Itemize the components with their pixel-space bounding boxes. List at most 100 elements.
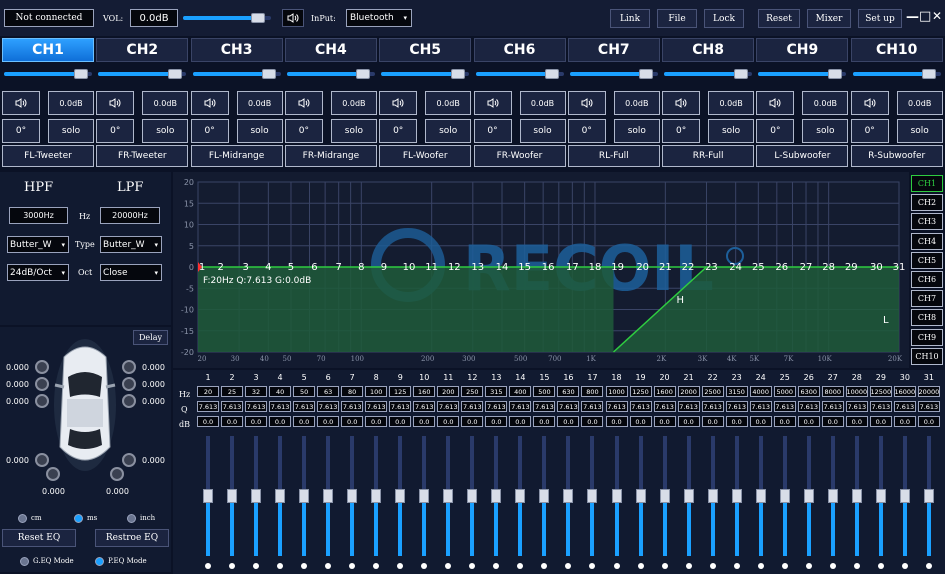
- eq-frequency-input[interactable]: 32: [245, 386, 268, 397]
- volume-input[interactable]: 0.0dB: [130, 9, 178, 27]
- speaker-icon[interactable]: [122, 394, 136, 408]
- channel-list-item[interactable]: CH1: [911, 175, 943, 192]
- eq-band-slider[interactable]: [803, 436, 814, 556]
- channel-slider-thumb[interactable]: [450, 69, 465, 79]
- speaker-mute-icon[interactable]: [2, 91, 40, 115]
- eq-band-slider[interactable]: [899, 436, 910, 556]
- channel-gain-slider[interactable]: [4, 69, 92, 79]
- eq-gain-input[interactable]: 0.0: [557, 416, 580, 427]
- eq-band-slider-thumb[interactable]: [635, 489, 646, 503]
- eq-q-input[interactable]: 7.613: [893, 401, 916, 412]
- channel-header[interactable]: CH6: [473, 38, 566, 62]
- eq-band-slider[interactable]: [467, 436, 478, 556]
- eq-gain-input[interactable]: 0.0: [365, 416, 388, 427]
- eq-band-slider-thumb[interactable]: [299, 489, 310, 503]
- channel-phase-value[interactable]: 0°: [567, 119, 606, 143]
- eq-band-slider-thumb[interactable]: [683, 489, 694, 503]
- eq-q-input[interactable]: 7.613: [533, 401, 556, 412]
- eq-band-slider[interactable]: [395, 436, 406, 556]
- eq-band-slider[interactable]: [587, 436, 598, 556]
- delay-value[interactable]: 0.000: [142, 363, 165, 372]
- channel-slider-thumb[interactable]: [545, 69, 560, 79]
- eq-band-slider[interactable]: [731, 436, 742, 556]
- eq-q-input[interactable]: 7.613: [725, 401, 748, 412]
- eq-band-slider-thumb[interactable]: [515, 489, 526, 503]
- reset-button[interactable]: Reset: [758, 9, 800, 28]
- channel-solo-button[interactable]: solo: [236, 119, 283, 143]
- eq-band-dot[interactable]: [733, 563, 740, 569]
- speaker-mute-icon[interactable]: [96, 91, 135, 115]
- eq-frequency-input[interactable]: 315: [485, 386, 508, 397]
- eq-q-input[interactable]: 7.613: [557, 401, 580, 412]
- maximize-icon[interactable]: □: [919, 9, 931, 24]
- eq-frequency-input[interactable]: 5000: [773, 386, 796, 397]
- eq-band-slider[interactable]: [683, 436, 694, 556]
- eq-gain-input[interactable]: 0.0: [269, 416, 292, 427]
- eq-band-dot[interactable]: [493, 563, 500, 569]
- connection-status[interactable]: Not connected: [4, 9, 94, 27]
- channel-gain-value[interactable]: 0.0dB: [425, 91, 472, 115]
- hpf-slope-select[interactable]: 24dB/Oct ▾: [7, 264, 69, 281]
- eq-band-dot[interactable]: [277, 563, 284, 569]
- speaker-icon[interactable]: [35, 360, 49, 374]
- channel-phase-value[interactable]: 0°: [96, 119, 135, 143]
- channel-gain-slider[interactable]: [192, 69, 281, 79]
- eq-band-dot[interactable]: [253, 563, 260, 569]
- eq-frequency-input[interactable]: 16000: [893, 386, 916, 397]
- eq-frequency-input[interactable]: 160: [413, 386, 436, 397]
- eq-frequency-input[interactable]: 800: [581, 386, 604, 397]
- speaker-icon[interactable]: [282, 9, 304, 27]
- eq-band-slider[interactable]: [659, 436, 670, 556]
- eq-band-slider[interactable]: [515, 436, 526, 556]
- eq-gain-input[interactable]: 0.0: [773, 416, 796, 427]
- eq-band-slider-thumb[interactable]: [755, 489, 766, 503]
- channel-gain-value[interactable]: 0.0dB: [613, 91, 660, 115]
- eq-q-input[interactable]: 7.613: [797, 401, 820, 412]
- eq-band-dot[interactable]: [469, 563, 476, 569]
- eq-q-input[interactable]: 7.613: [221, 401, 244, 412]
- geq-mode-radio[interactable]: [20, 557, 29, 566]
- eq-frequency-input[interactable]: 1250: [629, 386, 652, 397]
- eq-band-dot[interactable]: [757, 563, 764, 569]
- channel-solo-button[interactable]: solo: [330, 119, 377, 143]
- eq-graph[interactable]: 20 15 10 5 0 -5 -10 -15 -20 20 30 40 50 70 100 200 300 50…: [173, 172, 909, 368]
- eq-frequency-input[interactable]: 2000: [677, 386, 700, 397]
- channel-solo-button[interactable]: solo: [613, 119, 660, 143]
- speaker-mute-icon[interactable]: [379, 91, 418, 115]
- speaker-icon[interactable]: [46, 467, 60, 481]
- file-button[interactable]: File: [657, 9, 697, 28]
- channel-gain-value[interactable]: 0.0dB: [142, 91, 189, 115]
- eq-band-dot[interactable]: [445, 563, 452, 569]
- channel-gain-slider[interactable]: [758, 69, 847, 79]
- channel-solo-button[interactable]: solo: [142, 119, 189, 143]
- channel-header[interactable]: CH7: [567, 38, 660, 62]
- eq-frequency-input[interactable]: 40: [269, 386, 292, 397]
- eq-band-slider-thumb[interactable]: [779, 489, 790, 503]
- delay-value[interactable]: 0.000: [106, 487, 129, 496]
- eq-q-input[interactable]: 7.613: [701, 401, 724, 412]
- eq-band-dot[interactable]: [685, 563, 692, 569]
- eq-band-slider-thumb[interactable]: [923, 489, 934, 503]
- eq-band-dot[interactable]: [229, 563, 236, 569]
- link-button[interactable]: Link: [610, 9, 650, 28]
- eq-band-slider[interactable]: [323, 436, 334, 556]
- channel-header[interactable]: CH8: [662, 38, 755, 62]
- hpf-frequency-input[interactable]: 3000Hz: [9, 207, 68, 224]
- channel-name-label[interactable]: FL-Tweeter: [2, 145, 94, 167]
- channel-gain-value[interactable]: 0.0dB: [48, 91, 94, 115]
- channel-gain-value[interactable]: 0.0dB: [802, 91, 849, 115]
- eq-frequency-input[interactable]: 80: [341, 386, 364, 397]
- eq-gain-input[interactable]: 0.0: [197, 416, 219, 427]
- eq-band-slider[interactable]: [635, 436, 646, 556]
- eq-q-input[interactable]: 7.613: [293, 401, 316, 412]
- eq-band-slider[interactable]: [371, 436, 382, 556]
- eq-band-slider[interactable]: [251, 436, 262, 556]
- speaker-mute-icon[interactable]: [567, 91, 606, 115]
- eq-band-slider[interactable]: [275, 436, 286, 556]
- delay-value[interactable]: 0.000: [6, 380, 29, 389]
- lpf-frequency-input[interactable]: 20000Hz: [100, 207, 160, 224]
- channel-slider-thumb[interactable]: [73, 69, 88, 79]
- eq-q-input[interactable]: 7.613: [317, 401, 340, 412]
- eq-gain-input[interactable]: 0.0: [749, 416, 772, 427]
- eq-band-slider-thumb[interactable]: [395, 489, 406, 503]
